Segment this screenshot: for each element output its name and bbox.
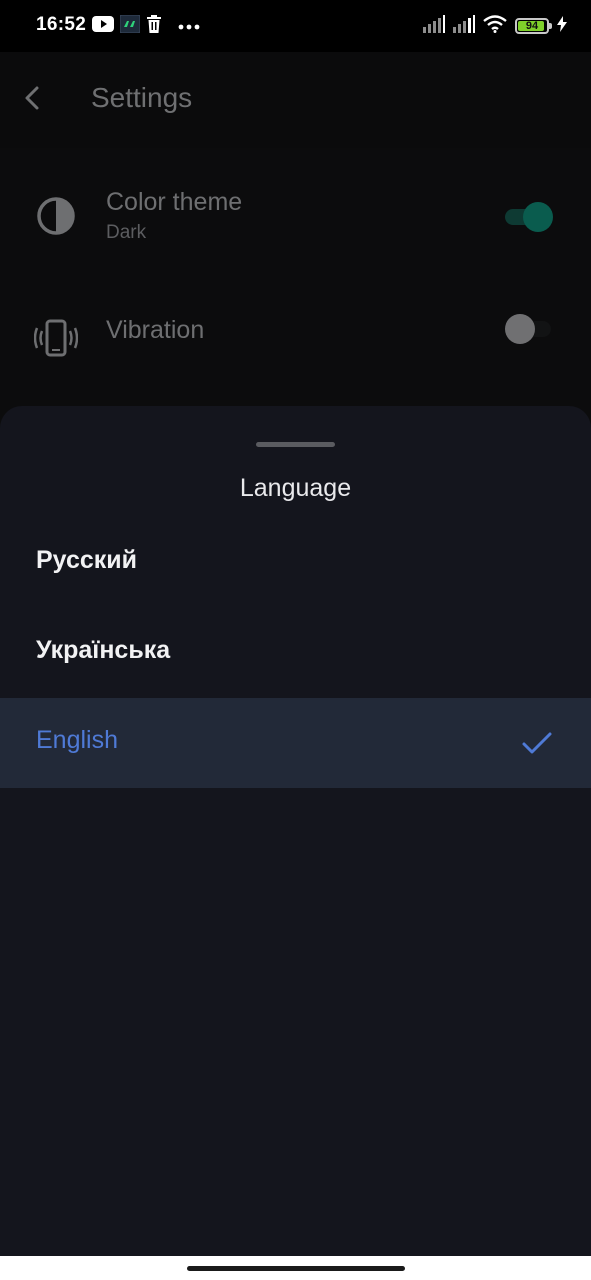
battery-icon: 94: [515, 18, 552, 34]
settings-list: Color theme Dark Vibration: [0, 148, 591, 404]
setting-title: Vibration: [106, 316, 205, 344]
wifi-icon: [483, 14, 507, 38]
setting-title: Color theme: [106, 188, 243, 216]
language-label: English: [36, 726, 118, 754]
vibration-icon: [34, 317, 78, 361]
language-option-ukrainian[interactable]: Українська: [0, 608, 591, 698]
language-option-english[interactable]: English: [0, 698, 591, 788]
setting-vibration[interactable]: Vibration: [0, 276, 591, 404]
contrast-icon: [34, 194, 78, 238]
more-dots-icon: [178, 17, 200, 35]
battery-level: 94: [525, 20, 539, 32]
youtube-icon: [92, 15, 114, 37]
home-indicator[interactable]: [187, 1266, 405, 1271]
app-notification-icon: [119, 14, 141, 38]
screen: 16:52 94 Settings Color theme Dark Vibra…: [0, 0, 591, 1280]
setting-color-theme[interactable]: Color theme Dark: [0, 148, 591, 276]
checkmark-icon: [521, 728, 553, 758]
color-theme-toggle[interactable]: [505, 202, 553, 232]
status-right-icons: 94: [423, 14, 567, 38]
setting-value: Dark: [106, 222, 147, 243]
app-bar: Settings: [0, 52, 591, 148]
language-bottom-sheet: Language Русский Українська English: [0, 406, 591, 1256]
page-title: Settings: [91, 82, 193, 113]
signal-icon: [423, 14, 445, 38]
charging-icon: [557, 15, 567, 37]
status-left-icons: [92, 14, 200, 38]
status-time: 16:52: [36, 14, 87, 35]
back-button[interactable]: [16, 82, 48, 118]
trash-icon: [146, 14, 162, 38]
toggle-thumb: [523, 202, 553, 232]
status-bar: 16:52 94: [0, 0, 591, 52]
system-nav-bar: [0, 1256, 591, 1280]
sheet-title: Language: [239, 474, 352, 502]
vibration-toggle[interactable]: [505, 314, 551, 344]
language-label: Українська: [36, 636, 171, 664]
language-option-russian[interactable]: Русский: [0, 518, 591, 608]
language-label: Русский: [36, 546, 138, 574]
chevron-left-icon: [24, 85, 40, 116]
signal-icon: [453, 14, 475, 38]
battery-tip: [549, 23, 552, 29]
toggle-thumb: [505, 314, 535, 344]
drag-handle[interactable]: [256, 442, 335, 447]
